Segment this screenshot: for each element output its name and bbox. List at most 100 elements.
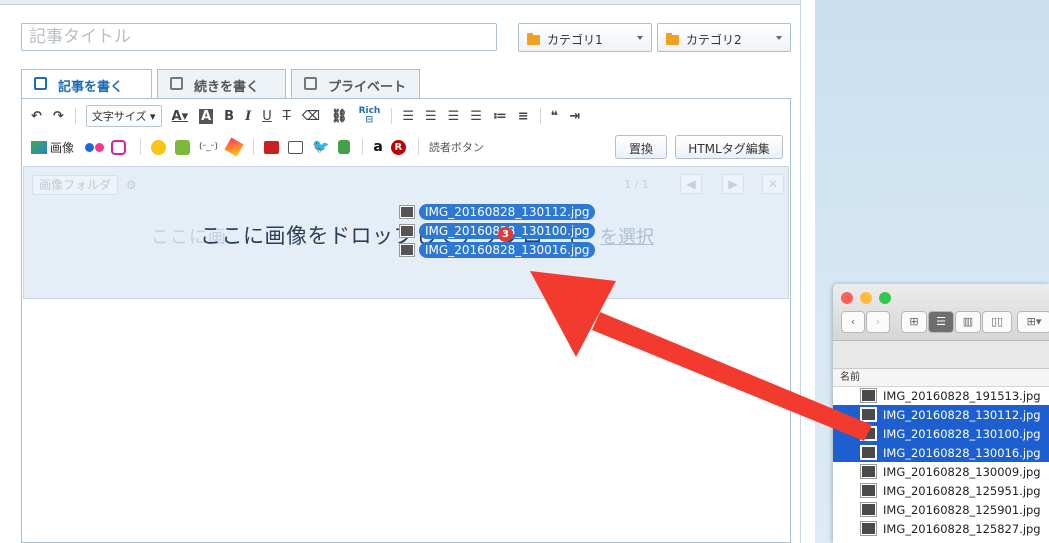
editor-area[interactable] xyxy=(21,98,791,543)
file-name: IMG_20160828_125951.jpg xyxy=(883,483,1041,498)
redo-icon[interactable]: ↷ xyxy=(53,109,64,124)
image-file-icon xyxy=(861,446,876,459)
font-size-select[interactable]: 文字サイズ ▾ xyxy=(85,105,162,127)
file-name: IMG_20160828_191513.jpg xyxy=(883,388,1041,403)
image-file-icon xyxy=(861,465,876,478)
category1-select[interactable]: カテゴリ1 xyxy=(518,23,652,52)
dragged-file-name: IMG_20160828_130016.jpg xyxy=(419,242,596,258)
file-row[interactable]: IMG_20160828_191513.jpg xyxy=(833,386,1049,405)
flickr-icon[interactable] xyxy=(85,142,95,152)
indent-icon[interactable]: ⇥ xyxy=(569,109,580,124)
tab-continue-writing[interactable]: 続きを書く xyxy=(157,69,286,99)
file-row[interactable]: IMG_20160828_130009.jpg xyxy=(833,462,1049,481)
icon-view-icon[interactable]: ⊞ xyxy=(901,311,927,333)
file-row[interactable]: IMG_20160828_125951.jpg xyxy=(833,481,1049,500)
amazon-icon[interactable]: a xyxy=(373,139,382,155)
file-row[interactable]: IMG_20160828_125901.jpg xyxy=(833,500,1049,519)
minimize-window-button[interactable] xyxy=(860,292,872,304)
edit-icon xyxy=(170,77,183,90)
finder-window: ‹ › ⊞ ☰ ▥ ▯▯ ⊞▾ 名前 IMG_20160828_191513.j… xyxy=(833,284,1049,543)
photo-life-icon[interactable] xyxy=(175,139,191,155)
zoom-window-button[interactable] xyxy=(879,292,891,304)
undo-icon[interactable]: ↶ xyxy=(31,109,42,124)
reader-button[interactable]: 読者ボタン xyxy=(429,139,484,155)
toolbar-row-2: 画像 (ᵕ_ᵕ) 🐦 a R 読者ボタン xyxy=(31,135,484,159)
font-size-label: 文字サイズ xyxy=(91,110,147,123)
file-row[interactable]: IMG_20160828_130100.jpg xyxy=(833,424,1049,443)
edit-icon xyxy=(34,77,47,90)
bullet-list-icon[interactable]: ≔ xyxy=(493,109,507,124)
image-button-label[interactable]: 画像 xyxy=(50,139,74,156)
select-file-link[interactable]: を選択 xyxy=(600,223,654,249)
magic-icon[interactable] xyxy=(224,137,244,157)
strikethrough-button[interactable]: T xyxy=(283,109,291,124)
align-right-icon[interactable]: ☰ xyxy=(448,109,460,124)
back-icon[interactable]: ‹ xyxy=(841,311,865,333)
image-file-icon xyxy=(861,503,876,516)
twitter-icon[interactable]: 🐦 xyxy=(312,139,329,155)
youtube-icon[interactable] xyxy=(263,140,279,154)
forward-icon[interactable]: › xyxy=(866,311,890,333)
column-view-icon[interactable]: ▥ xyxy=(955,311,981,333)
rich-link-button[interactable]: Rich ⊟ xyxy=(359,107,381,125)
rakuten-icon[interactable]: R xyxy=(390,139,406,155)
tab-write-article[interactable]: 記事を書く xyxy=(21,69,152,100)
next-page-icon[interactable]: ▶ xyxy=(722,174,744,194)
close-icon[interactable]: ✕ xyxy=(762,174,784,194)
settings-gear-icon[interactable]: ⚙ xyxy=(126,178,137,192)
category2-label: カテゴリ2 xyxy=(686,33,742,47)
flickr-icon-dot xyxy=(95,142,105,152)
link-icon[interactable]: ⛓ xyxy=(331,109,348,124)
tab-label: 記事を書く xyxy=(58,80,124,95)
niconico-icon[interactable] xyxy=(287,140,303,154)
align-justify-icon[interactable]: ☰ xyxy=(470,109,482,124)
align-left-icon[interactable]: ☰ xyxy=(402,109,414,124)
file-name: IMG_20160828_130016.jpg xyxy=(883,445,1041,460)
image-icon[interactable] xyxy=(31,140,47,154)
divider xyxy=(140,139,142,155)
close-window-button[interactable] xyxy=(841,292,853,304)
chevron-down-icon xyxy=(637,36,643,40)
text-color-icon[interactable]: A▾ xyxy=(172,109,189,124)
image-file-icon xyxy=(400,206,414,218)
dragged-file: IMG_20160828_130112.jpg xyxy=(400,204,596,220)
evernote-icon[interactable] xyxy=(338,140,351,154)
instagram-icon[interactable] xyxy=(111,139,127,155)
folder-icon xyxy=(666,33,679,45)
clear-format-icon[interactable]: ⌫ xyxy=(302,109,320,124)
file-row[interactable]: IMG_20160828_130112.jpg xyxy=(833,405,1049,424)
name-column-header[interactable]: 名前 xyxy=(833,369,1049,387)
image-file-icon xyxy=(861,484,876,497)
kaomoji-icon[interactable]: (ᵕ_ᵕ) xyxy=(199,142,218,152)
tab-private[interactable]: プライベート xyxy=(291,69,420,99)
list-view-icon[interactable]: ☰ xyxy=(928,311,954,333)
numbered-list-icon[interactable]: ≡ xyxy=(518,109,529,124)
article-title-input[interactable] xyxy=(21,23,497,51)
blockquote-button[interactable]: ❝ xyxy=(551,109,559,124)
chevron-down-icon xyxy=(776,36,782,40)
blog-editor: カテゴリ1 カテゴリ2 記事を書く 続きを書く プライベート ↶ ↷ 文字サイズ… xyxy=(0,0,801,543)
emoji-icon[interactable] xyxy=(151,139,167,155)
file-row[interactable]: IMG_20160828_130016.jpg xyxy=(833,443,1049,462)
toolbar-row-1: ↶ ↷ 文字サイズ ▾ A▾ A B I U T ⌫ ⛓ Rich ⊟ ☰ ☰ ☰… xyxy=(31,104,591,128)
file-name: IMG_20160828_125901.jpg xyxy=(883,502,1041,517)
highlight-color-icon[interactable]: A xyxy=(199,108,214,124)
image-folder-label: 画像フォルダ xyxy=(32,175,119,195)
underline-button[interactable]: U xyxy=(262,109,272,124)
image-file-icon xyxy=(861,408,876,421)
file-name: IMG_20160828_130112.jpg xyxy=(883,407,1041,422)
italic-button[interactable]: I xyxy=(245,109,251,124)
cover-flow-icon[interactable]: ▯▯ xyxy=(982,311,1012,333)
html-edit-button[interactable]: HTMLタグ編集 xyxy=(675,135,783,159)
file-row[interactable]: IMG_20160828_125827.jpg xyxy=(833,519,1049,538)
image-file-icon xyxy=(400,225,414,237)
arrange-icon[interactable]: ⊞▾ xyxy=(1017,311,1049,333)
divider xyxy=(539,108,541,124)
divider xyxy=(74,108,76,124)
replace-button[interactable]: 置換 xyxy=(615,135,667,159)
image-folder-select[interactable]: 画像フォルダ ⚙ xyxy=(32,175,137,195)
category2-select[interactable]: カテゴリ2 xyxy=(657,23,791,52)
align-center-icon[interactable]: ☰ xyxy=(425,109,437,124)
bold-button[interactable]: B xyxy=(224,109,234,124)
prev-page-icon[interactable]: ◀ xyxy=(680,174,702,194)
